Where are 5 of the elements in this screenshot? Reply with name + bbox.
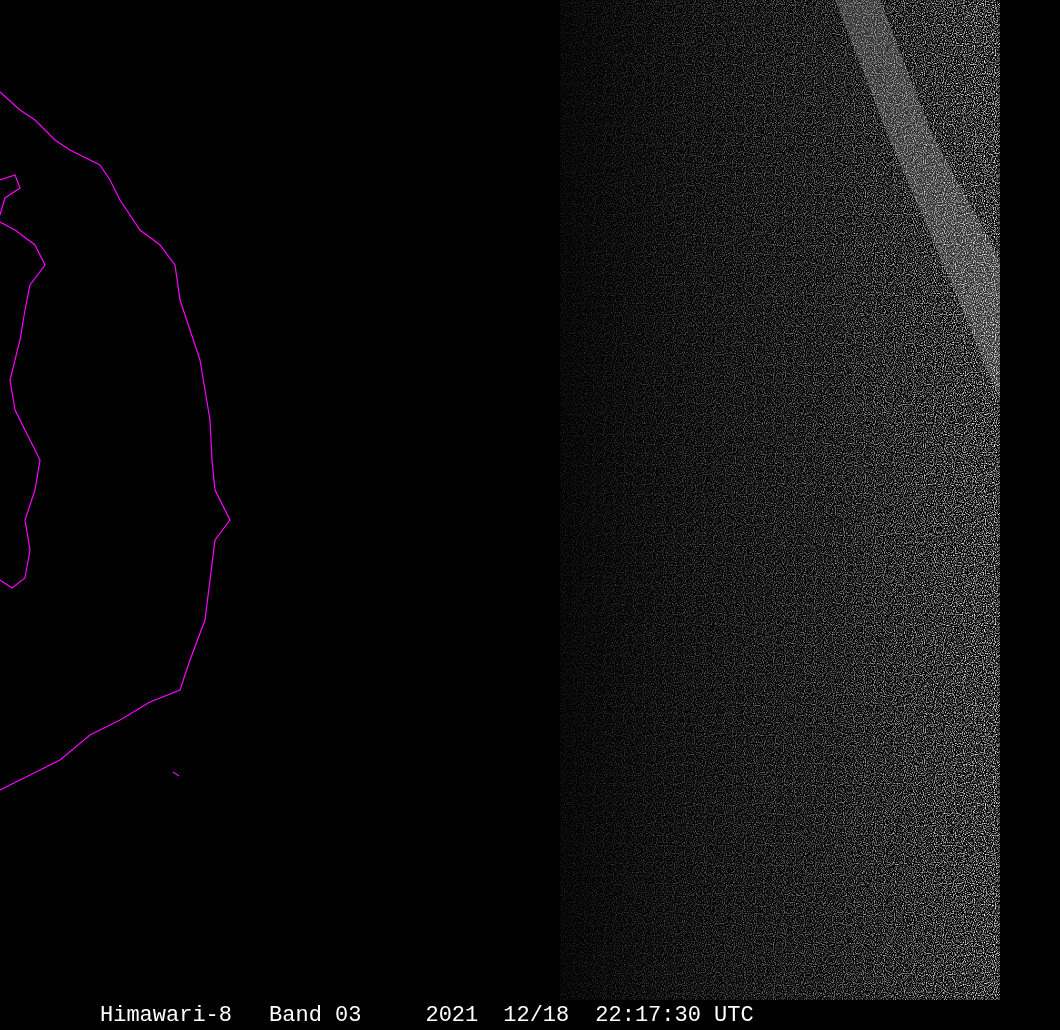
caption-text: Himawari-8 bbox=[100, 1002, 233, 1030]
caption-text: 2021 bbox=[425, 1002, 479, 1030]
caption-text: 22:17:30 UTC bbox=[595, 1002, 754, 1030]
caption-text: Band 03 bbox=[269, 1002, 362, 1030]
caption-text: 12/18 bbox=[503, 1002, 570, 1030]
